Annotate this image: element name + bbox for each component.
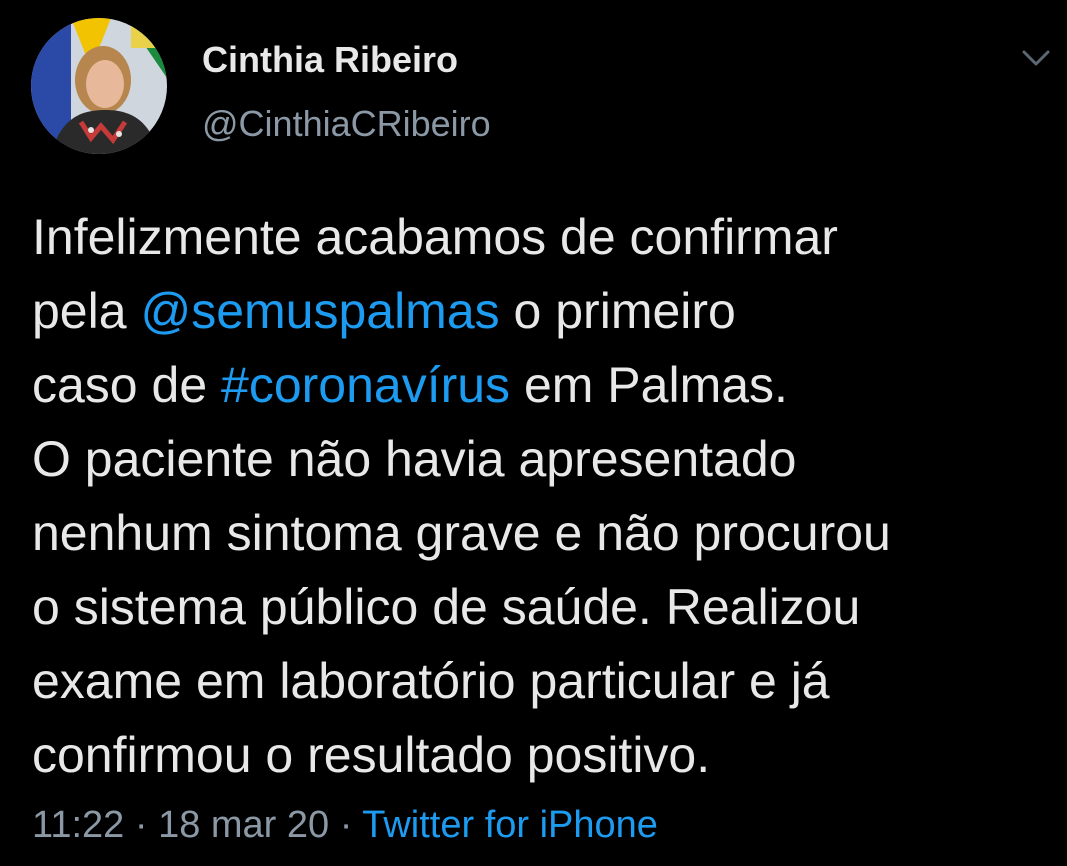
tweet-line: nenhum sintoma grave e não procurou xyxy=(32,505,891,561)
tweet-text-segment: o primeiro xyxy=(499,283,736,339)
tweet-time[interactable]: 11:22 xyxy=(32,804,124,846)
tweet-menu-button[interactable] xyxy=(1018,44,1054,72)
tweet-meta: 11:22 · 18 mar 20 · Twitter for iPhone xyxy=(32,802,658,848)
tweet-card: Cinthia Ribeiro @CinthiaCRibeiro Infeliz… xyxy=(0,0,1067,866)
hashtag-link[interactable]: #coronavírus xyxy=(221,357,510,413)
author-handle[interactable]: @CinthiaCRibeiro xyxy=(202,104,491,144)
meta-separator: · xyxy=(339,804,353,846)
tweet-text-segment: pela xyxy=(32,283,141,339)
tweet-date[interactable]: 18 mar 20 xyxy=(158,804,329,846)
tweet-line: O paciente não havia apresentado xyxy=(32,431,797,487)
tweet-text-segment: caso de xyxy=(32,357,222,413)
tweet-text: Infelizmente acabamos de confirmar pela … xyxy=(32,200,1052,792)
meta-separator: · xyxy=(134,804,148,846)
tweet-line: o sistema público de saúde. Realizou xyxy=(32,579,861,635)
tweet-line: exame em laboratório particular e já xyxy=(32,653,830,709)
tweet-text-segment: em Palmas. xyxy=(510,357,788,413)
tweet-line: caso de #coronavírus em Palmas. xyxy=(32,348,1052,422)
avatar-photo-icon xyxy=(31,18,167,154)
mention-link[interactable]: @semuspalmas xyxy=(140,283,499,339)
tweet-line: confirmou o resultado positivo. xyxy=(32,727,711,783)
author-avatar[interactable] xyxy=(31,18,167,154)
tweet-line: pela @semuspalmas o primeiro xyxy=(32,274,1052,348)
author-display-name[interactable]: Cinthia Ribeiro xyxy=(202,40,458,80)
tweet-line: Infelizmente acabamos de confirmar xyxy=(32,209,838,265)
tweet-source-link[interactable]: Twitter for iPhone xyxy=(362,804,658,846)
chevron-down-icon xyxy=(1022,50,1050,66)
